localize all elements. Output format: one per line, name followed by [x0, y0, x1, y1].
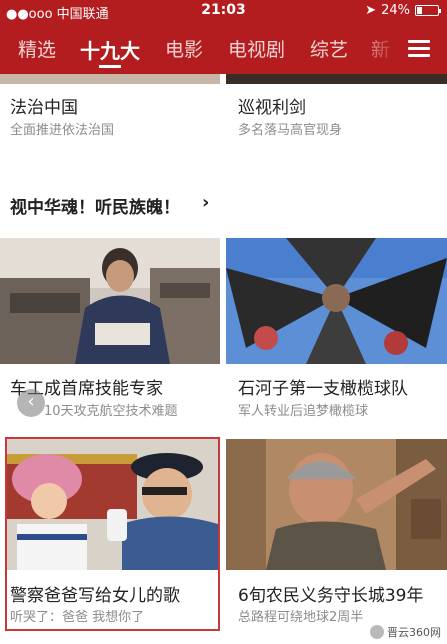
tab-zongyi[interactable]: 综艺 — [310, 35, 348, 62]
battery-fill — [417, 7, 422, 14]
top-card-image-left[interactable] — [0, 74, 220, 84]
card-subtitle: 全面推进依法治国 — [10, 123, 115, 138]
status-bar: ●●ooo 中国联通 21:03 ➤ 24% — [0, 0, 447, 22]
card-subtitle: 多名落马高官现身 — [238, 123, 343, 138]
hamburger-menu-icon[interactable] — [408, 40, 430, 58]
card-thumbnail-machinist[interactable] — [0, 238, 220, 364]
card-title[interactable]: 巡视利剑 — [238, 93, 306, 118]
tab-dianying[interactable]: 电影 — [165, 35, 203, 62]
card-title[interactable]: 6旬农民义务守长城39年 — [238, 581, 423, 606]
card-thumbnail-farmer[interactable] — [226, 439, 447, 570]
card-thumbnail-rugby[interactable] — [226, 238, 447, 364]
card-title[interactable]: 法治中国 — [10, 93, 78, 118]
watermark: 晋云360网 — [370, 624, 441, 640]
card-subtitle: 10天攻克航空技术难题 — [44, 404, 178, 419]
channel-nav: 精选 十九大 电影 电视剧 综艺 新 — [0, 30, 447, 68]
tab-fade — [350, 30, 400, 68]
card-subtitle: 军人转业后追梦橄榄球 — [238, 404, 369, 419]
card-subtitle: 听哭了：爸爸 我想你了 — [10, 610, 145, 625]
location-icon: ➤ — [365, 3, 377, 18]
status-right: ➤ 24% — [365, 3, 441, 18]
tab-dianshiju[interactable]: 电视剧 — [228, 35, 285, 62]
top-card-image-right[interactable] — [226, 74, 447, 84]
card-subtitle: 总路程可绕地球2周半 — [238, 610, 364, 625]
tab-jingxuan[interactable]: 精选 — [18, 35, 56, 62]
watermark-text: 晋云360网 — [387, 626, 441, 639]
back-arrow-icon[interactable]: ‹ — [17, 389, 45, 417]
card-title[interactable]: 警察爸爸写给女儿的歌 — [10, 581, 180, 606]
battery-icon — [415, 5, 441, 16]
watermark-logo-icon — [370, 625, 384, 639]
card-title[interactable]: 石河子第一支橄榄球队 — [238, 374, 408, 399]
section-title[interactable]: 视中华魂！听民族魄！ — [10, 193, 180, 218]
tab-shijiuda[interactable]: 十九大 — [80, 35, 140, 64]
chevron-right-icon[interactable]: › — [202, 192, 209, 213]
active-tab-indicator — [99, 65, 121, 68]
battery-percent: 24% — [381, 3, 410, 18]
